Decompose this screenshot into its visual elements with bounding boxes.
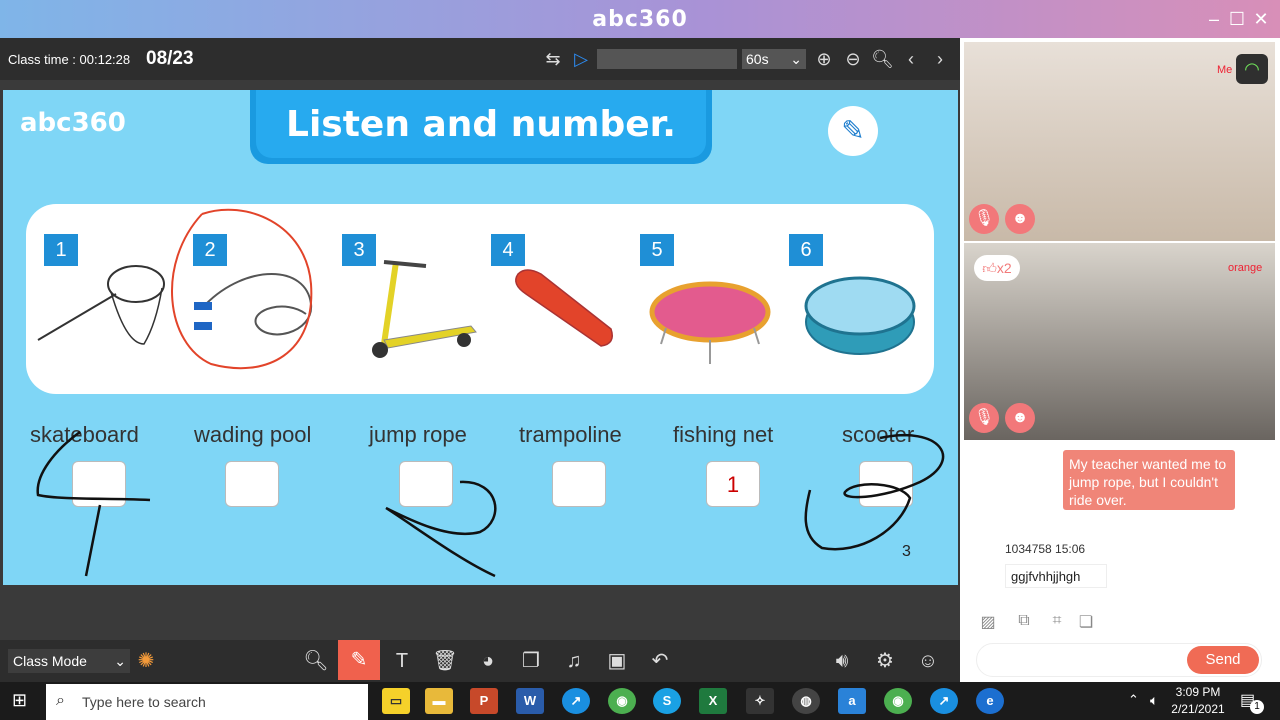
pencil-icon[interactable]: ✎ xyxy=(828,106,878,156)
thumbs-up-icon: 👍︎ xyxy=(982,260,997,276)
fishing-net-icon xyxy=(37,265,165,345)
chevron-up-icon[interactable]: ⌃ xyxy=(1128,692,1139,708)
red-circle-annotation xyxy=(171,208,313,370)
speaker-icon[interactable]: 🔊︎ xyxy=(828,648,856,674)
chat-bubble: My teacher wanted me to jump rope, but I… xyxy=(1063,450,1235,510)
page-counter: 08/23 xyxy=(146,48,194,69)
palette-icon[interactable]: ◕ xyxy=(474,648,502,674)
minimize-icon[interactable]: – xyxy=(1203,8,1225,30)
trash-icon[interactable]: 🗑︎ xyxy=(431,648,459,674)
text-tool-icon[interactable]: T xyxy=(388,648,416,674)
face-icon[interactable]: ☺ xyxy=(914,648,942,674)
mic-icon[interactable]: 🎙︎ xyxy=(969,204,999,234)
slide-title: Listen and number. xyxy=(286,104,676,145)
class-mode-select[interactable]: Class Mode ⌄ xyxy=(8,649,130,673)
copy-icon[interactable]: ❏ xyxy=(1076,612,1096,632)
pen-tool-icon[interactable]: ✎ xyxy=(338,640,380,680)
image-icon[interactable]: ▨ xyxy=(978,612,998,632)
chat-message: ggjfvhhjjhgh xyxy=(1005,564,1107,588)
chrome-icon[interactable]: ◉ xyxy=(884,688,912,714)
user-settings-icon[interactable]: ⚙ xyxy=(871,648,899,674)
like-count: x2 xyxy=(996,260,1012,276)
chevron-down-icon: ⌄ xyxy=(790,51,802,67)
speed-value: 60s xyxy=(746,51,769,67)
play-icon[interactable]: ▷ xyxy=(570,48,592,70)
magnifier-icon[interactable]: 🔍︎ xyxy=(302,648,330,674)
swap-icon[interactable]: ⇆ xyxy=(540,48,566,70)
word-icon[interactable]: W xyxy=(516,688,544,714)
bulb-icon[interactable]: ✺ xyxy=(132,648,160,674)
class-time: Class time : 00:12:28 xyxy=(8,52,131,67)
zoom-out-icon[interactable]: ⊖ xyxy=(842,48,864,70)
prev-page-icon[interactable]: ‹ xyxy=(900,48,922,70)
app-title: abc360 xyxy=(592,7,688,32)
wading-pool-icon xyxy=(804,276,916,355)
speed-select[interactable]: 60s ⌄ xyxy=(742,49,806,69)
zoom-in-icon[interactable]: ⊕ xyxy=(813,48,835,70)
media-app-icon[interactable]: ◍ xyxy=(792,688,820,714)
chrome-icon[interactable]: ◉ xyxy=(608,688,636,714)
close-icon[interactable]: ✕ xyxy=(1250,8,1272,30)
app-icon[interactable]: ↗ xyxy=(562,688,590,714)
abc360-taskbar-icon[interactable]: a xyxy=(838,688,866,714)
sticky-notes-icon[interactable]: ▭ xyxy=(382,688,410,714)
crop-icon[interactable]: ⌗ xyxy=(1047,612,1067,632)
trampoline-icon xyxy=(649,281,771,364)
skype-icon[interactable]: S xyxy=(653,688,681,714)
student-name-label: orange xyxy=(1228,262,1263,274)
audio-progress-bar[interactable] xyxy=(597,49,737,69)
excel-icon[interactable]: X xyxy=(699,688,727,714)
volume-icon[interactable]: 🔈︎ xyxy=(1150,692,1158,709)
ink-annotations xyxy=(36,430,945,578)
like-badge: 👍︎x2 xyxy=(974,255,1020,281)
app-window: abc360 – ☐ ✕ Class time : 00:12:28 08/23… xyxy=(0,0,1280,720)
class-mode-value: Class Mode xyxy=(13,653,87,669)
send-button[interactable]: Send xyxy=(1187,646,1259,674)
slide-page-number: 3 xyxy=(902,543,911,560)
clock-time[interactable]: 3:09 PM xyxy=(1168,685,1228,699)
mic-icon[interactable]: 🎙︎ xyxy=(969,403,999,433)
video-file-icon[interactable]: ▣ xyxy=(603,648,631,674)
next-page-icon[interactable]: › xyxy=(929,48,951,70)
music-file-icon[interactable]: ♫ xyxy=(560,648,588,674)
jump-rope-icon xyxy=(194,273,313,336)
windows-start-icon[interactable]: ⊞ xyxy=(12,690,27,711)
file-explorer-icon[interactable]: ▬ xyxy=(425,688,453,714)
wifi-icon: ◠ xyxy=(1236,54,1268,84)
browser-icon[interactable]: e xyxy=(976,688,1004,714)
illustrations xyxy=(37,208,916,370)
search-icon: ⌕ xyxy=(56,692,65,709)
maximize-icon[interactable]: ☐ xyxy=(1226,8,1248,30)
zoom-fit-icon[interactable]: 🔍︎ xyxy=(871,48,894,70)
notification-count: 1 xyxy=(1250,700,1264,714)
chevron-down-icon: ⌄ xyxy=(114,653,126,669)
taskbar-search-input[interactable]: Type here to search xyxy=(82,694,206,710)
powerpoint-icon[interactable]: P xyxy=(470,688,498,714)
pages-icon[interactable]: ❐ xyxy=(517,648,545,674)
clock-date[interactable]: 2/21/2021 xyxy=(1168,702,1228,716)
pig-reward-icon[interactable]: ☻ xyxy=(1005,204,1035,234)
scooter-icon xyxy=(372,260,477,358)
skateboard-icon xyxy=(515,269,613,347)
app-icon[interactable]: ↗ xyxy=(930,688,958,714)
chat-message-meta: 1034758 15:06 xyxy=(1005,542,1086,556)
bird-app-icon[interactable]: ✧ xyxy=(746,688,774,714)
pig-reward-icon[interactable]: ☻ xyxy=(1005,403,1035,433)
screenshot-icon[interactable]: ⧉ xyxy=(1014,612,1034,632)
undo-icon[interactable]: ↶ xyxy=(646,648,674,674)
me-label: Me xyxy=(1217,64,1233,76)
slide-logo: abc360 xyxy=(20,108,126,138)
